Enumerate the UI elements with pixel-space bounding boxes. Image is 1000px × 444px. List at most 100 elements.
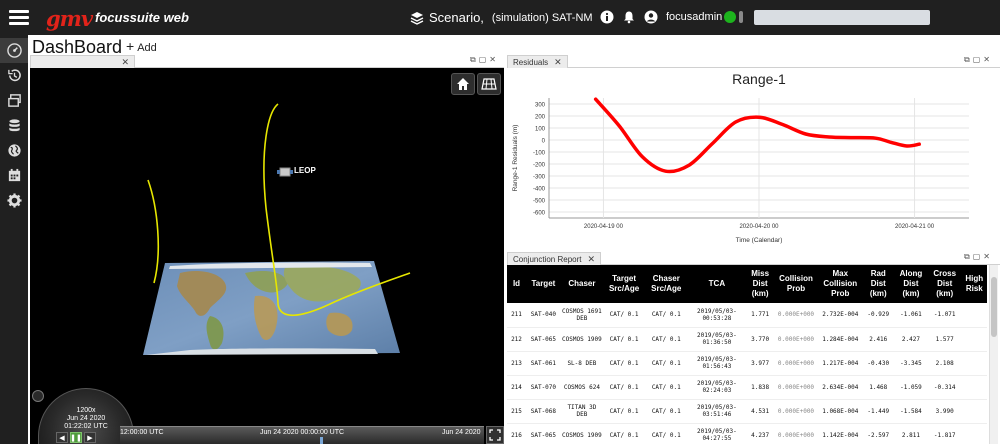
table-cell: 211	[507, 303, 526, 328]
residuals-chart: Range-1 300 200 100 0 -100 -200 -300 -400 -500 -60…	[507, 68, 997, 250]
table-cell: -1.061	[894, 303, 928, 328]
report-scrollbar[interactable]	[989, 265, 998, 444]
column-header[interactable]: Target	[526, 265, 561, 303]
table-cell: CAT/ 0.1	[602, 351, 646, 376]
scroll-thumb[interactable]	[991, 277, 997, 337]
table-cell	[961, 351, 987, 376]
connection-status	[724, 11, 743, 23]
column-header[interactable]: Collision Prob	[774, 265, 818, 303]
y-tick-label: 0	[542, 139, 546, 145]
table-cell: -1.449	[862, 399, 895, 424]
table-cell: CAT/ 0.1	[602, 327, 646, 352]
scenario-selector[interactable]: Scenario, (simulation) SAT-NM	[410, 10, 593, 25]
y-axis-label: Range-1 Residuals (m)	[512, 125, 519, 192]
sidebar-item-globe[interactable]	[0, 138, 28, 163]
projection-button[interactable]	[477, 73, 501, 95]
globe-viewer[interactable]: LEOP 1200x Jun 24 2020 01:22:02 UTC ◀ ❚❚…	[30, 68, 504, 444]
sidebar-item-dashboard[interactable]	[0, 38, 28, 63]
status-field	[754, 10, 930, 25]
column-header[interactable]: Max Collision Prob	[818, 265, 862, 303]
table-row[interactable]: 211 SAT-040 COSMOS 1691 DEB CAT/ 0.1 CAT/ 0.…	[507, 303, 987, 328]
table-cell: SL-8 DEB	[560, 351, 603, 376]
home-view-button[interactable]	[451, 73, 475, 95]
close-icon[interactable]: ✕	[554, 57, 562, 68]
close-icon[interactable]: ✕	[121, 57, 129, 68]
table-cell: 3.770	[746, 327, 774, 352]
table-row[interactable]: 212 SAT-065 COSMOS 1909 CAT/ 0.1 CAT/ 0.1 201…	[507, 327, 987, 352]
fullscreen-button[interactable]	[486, 426, 504, 444]
info-icon[interactable]	[600, 10, 614, 24]
report-tab[interactable]: Conjunction Report ✕	[507, 252, 602, 265]
sidebar-item-settings[interactable]	[0, 188, 28, 213]
y-tick-label: 100	[535, 127, 546, 133]
column-header[interactable]: Miss Dist (km)	[746, 265, 773, 303]
table-cell: 2.108	[927, 351, 962, 376]
sidebar-item-calendar[interactable]	[0, 163, 28, 188]
y-tick-label: -300	[533, 175, 546, 181]
expand-icon	[489, 429, 501, 441]
table-row[interactable]: 213 SAT-061 SL-8 DEB CAT/ 0.1 CAT/ 0.1 2019/0…	[507, 351, 987, 376]
menu-icon[interactable]	[9, 10, 29, 25]
table-cell: 0.000E+000	[773, 399, 819, 424]
table-cell: CAT/ 0.1	[602, 399, 646, 424]
calendar-icon	[8, 168, 20, 182]
timeline-bar[interactable]: 12:00:00 UTC Jun 24 2020 00:00:00 UTC Ju…	[120, 426, 484, 444]
clock-time: 01:22:02 UTC	[64, 423, 108, 430]
username[interactable]: focusadmin	[666, 11, 722, 23]
bell-icon[interactable]	[622, 10, 636, 24]
column-header[interactable]: Chaser	[561, 265, 603, 303]
table-cell: -1.071	[927, 303, 962, 328]
power-icon[interactable]	[32, 390, 44, 402]
table-row[interactable]: 215 SAT-068 TITAN 3D DEB CAT/ 0.1 CAT/ 0.1 20…	[507, 399, 987, 424]
timeline-cursor[interactable]	[320, 437, 323, 444]
table-cell: 2019/05/03-01:36:50	[687, 327, 747, 352]
table-cell: -2.597	[862, 423, 895, 444]
sidebar-item-windows[interactable]	[0, 88, 28, 113]
residuals-tab[interactable]: Residuals ✕	[507, 55, 568, 68]
column-header[interactable]: Rad Dist (km)	[862, 265, 894, 303]
grid-map-icon	[481, 78, 497, 90]
column-header[interactable]: TCA	[687, 265, 746, 303]
table-cell	[961, 375, 987, 400]
residuals-window-controls[interactable]: ⧉▢✕	[964, 55, 993, 65]
table-cell: 2019/05/03-04:27:55	[687, 423, 747, 444]
table-row[interactable]: 214 SAT-070 COSMOS 624 CAT/ 0.1 CAT/ 0.1 2019…	[507, 375, 987, 400]
table-cell: -3.345	[894, 351, 928, 376]
sidebar-item-database[interactable]	[0, 113, 28, 138]
table-cell: SAT-070	[525, 375, 561, 400]
reverse-button[interactable]: ◀	[56, 432, 68, 443]
report-window-controls[interactable]: ⧉▢✕	[964, 252, 993, 262]
viewer-tab[interactable]: ✕	[30, 55, 135, 68]
dashboard-icon	[6, 43, 22, 58]
table-cell: CAT/ 0.1	[645, 423, 688, 444]
series-line	[593, 97, 921, 174]
table-cell: 0.000E+000	[773, 327, 819, 352]
y-tick-label: -400	[533, 187, 546, 193]
scenario-label: Scenario,	[429, 10, 484, 25]
residuals-panel-header: Residuals ✕ ⧉▢✕	[507, 54, 1000, 68]
column-header[interactable]: High Risk	[962, 265, 987, 303]
sidebar-item-history[interactable]	[0, 63, 28, 88]
close-icon[interactable]: ✕	[587, 254, 595, 265]
user-icon[interactable]	[644, 10, 658, 24]
x-tick-label: 2020-04-21 00	[895, 224, 935, 230]
table-cell: 2019/05/03-00:53:28	[687, 303, 747, 328]
column-header[interactable]: Cross Dist (km)	[928, 265, 962, 303]
satellite-icon[interactable]	[277, 167, 293, 177]
column-header[interactable]: Along Dist (km)	[894, 265, 928, 303]
table-cell: 2.634E-004	[818, 375, 863, 400]
viewer-window-controls[interactable]: ⧉▢✕	[470, 55, 499, 65]
status-green-dot	[724, 11, 736, 23]
column-header[interactable]: Target Src/Age	[603, 265, 645, 303]
column-header[interactable]: Chaser Src/Age	[645, 265, 687, 303]
y-tick-label: -500	[533, 199, 546, 205]
add-widget-button[interactable]: + Add	[126, 38, 157, 54]
column-header[interactable]: Id	[507, 265, 526, 303]
table-cell: CAT/ 0.1	[645, 327, 688, 352]
table-row[interactable]: 216 SAT-065 COSMOS 1909 CAT/ 0.1 CAT/ 0.1 201…	[507, 423, 987, 444]
y-tick-label: -100	[533, 151, 546, 157]
table-cell: 0.000E+000	[773, 375, 819, 400]
timeline-label-right: Jun 24 2020	[442, 429, 481, 436]
forward-button[interactable]: ▶	[84, 432, 96, 443]
pause-button[interactable]: ❚❚	[70, 432, 82, 443]
